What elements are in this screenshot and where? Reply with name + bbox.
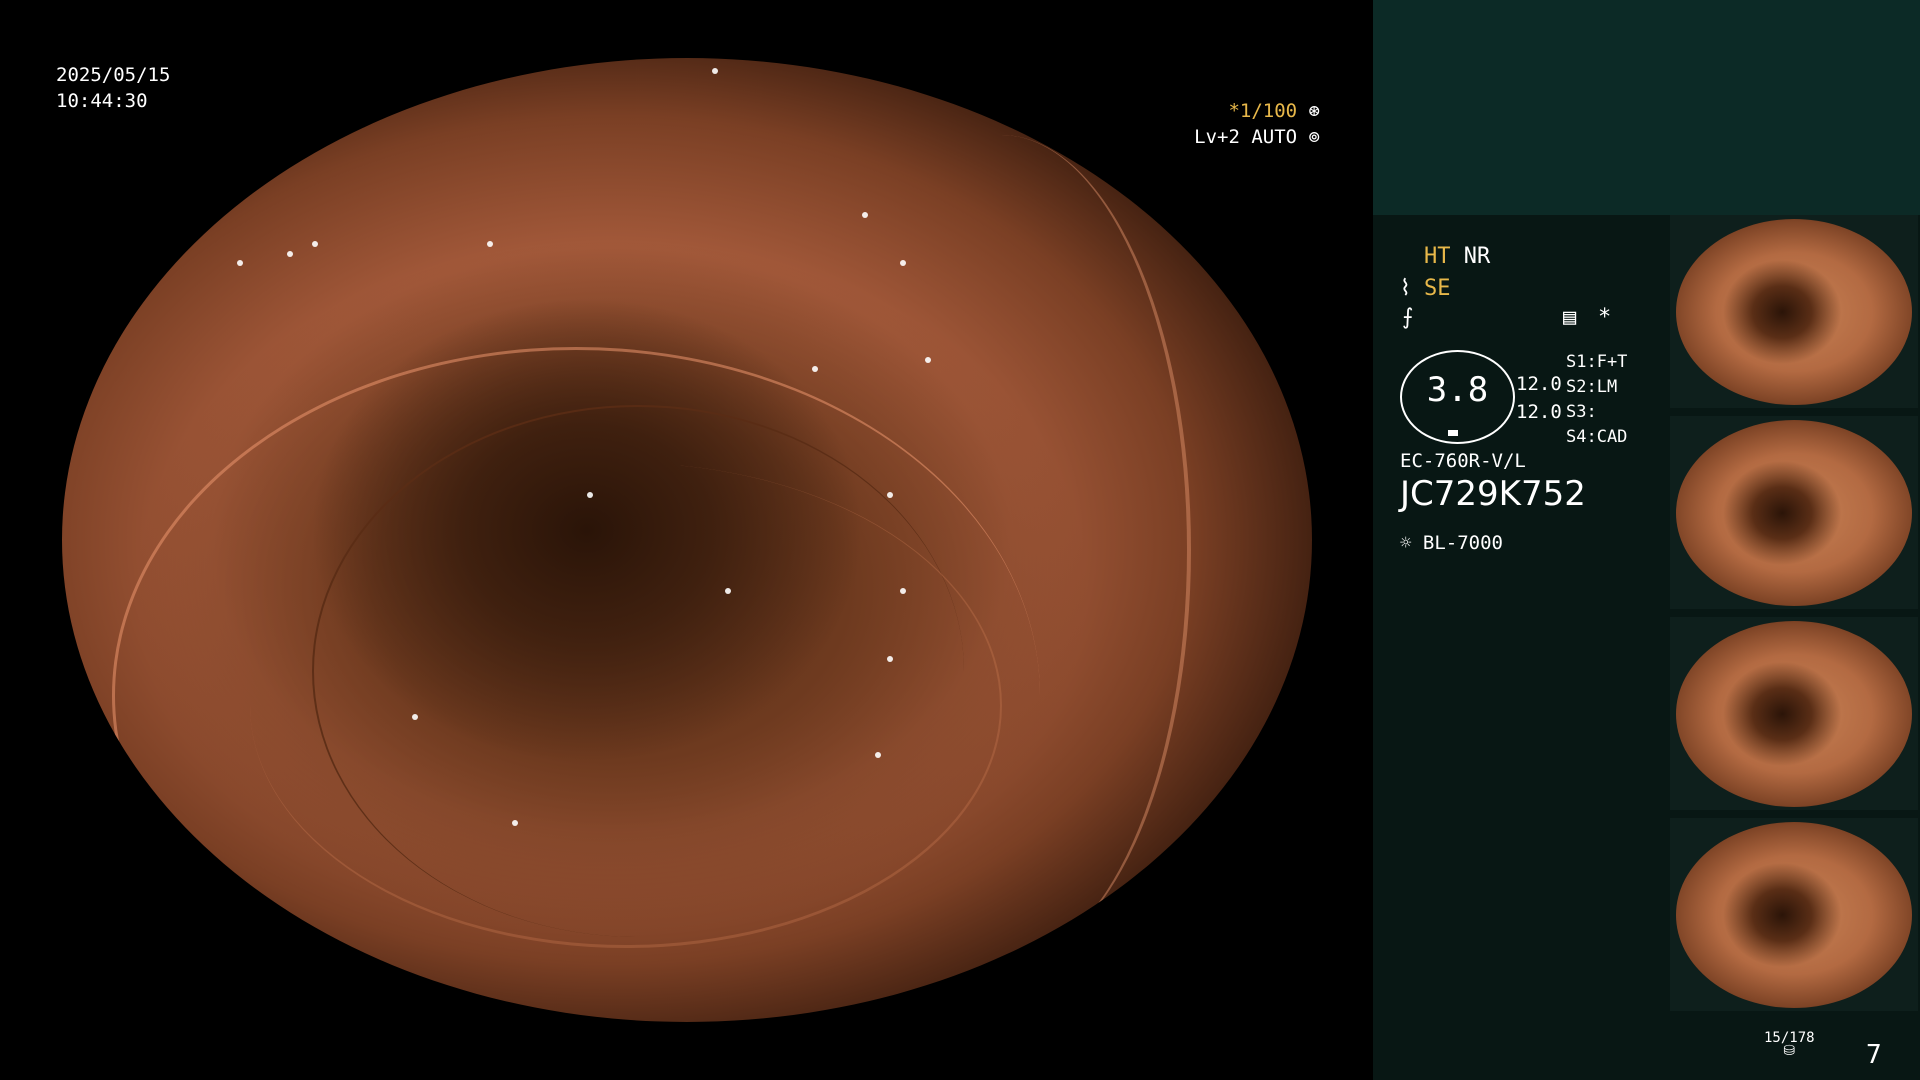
record-icon: ▤ (1563, 305, 1577, 330)
shutter-speed: *1/100 (1228, 100, 1298, 122)
exam-time: 10:44:30 (56, 90, 148, 112)
brightness-level: Lv+2 AUTO (1194, 126, 1298, 148)
zoom-value: 3.8 (1426, 370, 1489, 410)
capture-thumbnail[interactable] (1670, 215, 1918, 408)
specular-highlight (587, 491, 593, 498)
specular-highlight (862, 212, 868, 219)
enhance-icon: ⌇ (1400, 276, 1411, 301)
scope-serial: JC729K752 (1400, 474, 1586, 514)
se-row: ⌇ SE (1400, 276, 1451, 301)
values-column: 12.0 12.0 (1516, 370, 1562, 426)
value-b: 12.0 (1516, 401, 1562, 423)
specular-highlight (412, 713, 418, 720)
specular-highlight (724, 588, 731, 595)
freeze-icon: ⨍ (1402, 305, 1414, 330)
datetime-block: 2025/05/15 10:44:30 (56, 62, 170, 114)
capture-thumbnail[interactable] (1670, 818, 1918, 1011)
specular-highlight (812, 366, 818, 373)
light-source-model: BL-7000 (1422, 532, 1503, 554)
specular-highlight (887, 491, 893, 498)
capture-thumbnail[interactable] (1670, 416, 1918, 609)
asterisk-indicator: * (1598, 305, 1612, 330)
switch-s1: S1:F+T (1566, 352, 1628, 372)
zoom-marker (1448, 430, 1458, 436)
specular-highlight (237, 260, 243, 267)
specular-highlight (899, 588, 906, 595)
storage-icon: ⛁ (1783, 1043, 1796, 1059)
light-source-icon: ☼ (1400, 532, 1412, 554)
auto-iris-icon: ⊚ (1308, 126, 1320, 148)
mucosal-fold (812, 135, 1191, 965)
exposure-block: *1/100 ⊛ Lv+2 AUTO ⊚ (1190, 98, 1320, 150)
switch-s2: S2:LM (1566, 377, 1618, 397)
image-mode-row: HT NR (1424, 244, 1490, 269)
specular-highlight (712, 67, 718, 74)
light-source-row: ☼ BL-7000 (1400, 532, 1503, 554)
ht-indicator: HT (1424, 244, 1451, 269)
page-number: 7 (1866, 1040, 1882, 1070)
se-indicator: SE (1424, 276, 1451, 301)
specular-highlight (312, 241, 318, 248)
specular-highlight (487, 241, 493, 248)
specular-highlight (924, 356, 931, 363)
specular-highlight (874, 752, 881, 759)
specular-highlight (287, 250, 293, 257)
specular-highlight (899, 260, 906, 267)
shutter-wheel-icon: ⊛ (1308, 100, 1320, 122)
specular-highlight (887, 655, 893, 662)
switch-s3: S3: (1566, 402, 1597, 422)
specular-highlight (512, 819, 518, 826)
capture-thumbnail[interactable] (1670, 617, 1918, 810)
switch-assignments: S1:F+T S2:LM S3: S4:CAD (1566, 350, 1627, 450)
nr-indicator: NR (1463, 244, 1491, 269)
endoscope-view (62, 58, 1312, 1022)
exam-date: 2025/05/15 (56, 64, 171, 86)
scope-model: EC-760R-V/L (1400, 450, 1526, 472)
value-a: 12.0 (1516, 373, 1562, 395)
specular-highlight (262, 983, 268, 990)
switch-s4: S4:CAD (1566, 427, 1628, 447)
panel-header (1373, 0, 1920, 215)
capture-counter: 15/178 ⛁ (1764, 1030, 1815, 1059)
